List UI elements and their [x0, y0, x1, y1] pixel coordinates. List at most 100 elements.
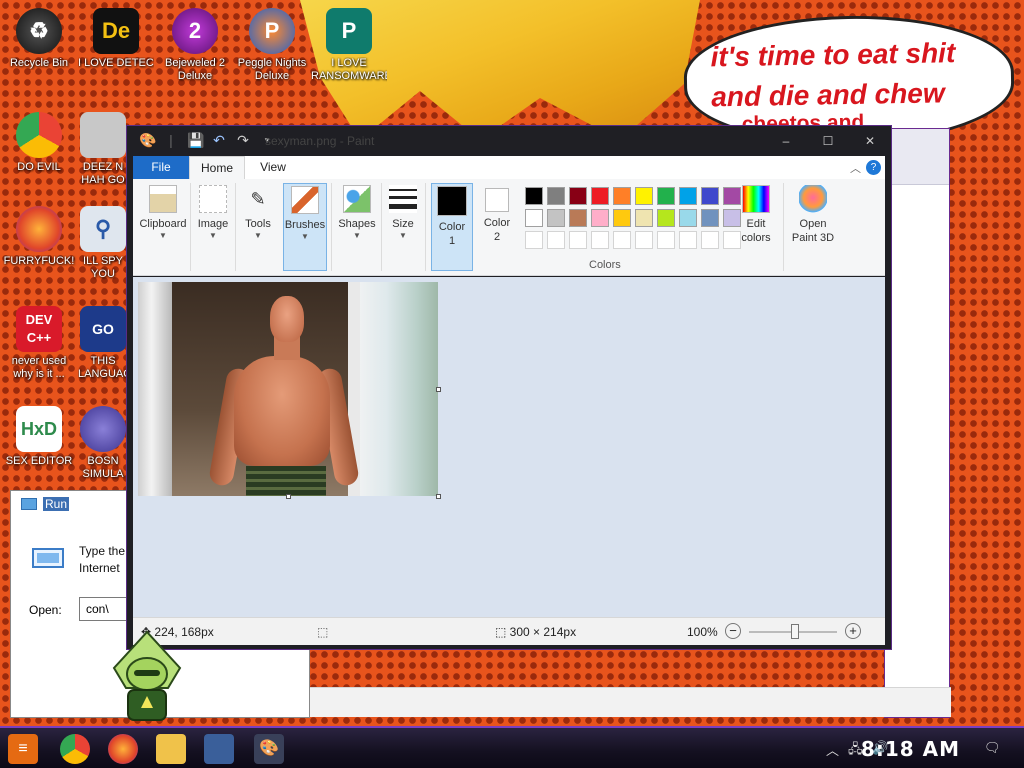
palette-custom-swatch[interactable]	[657, 231, 675, 249]
zoom-in-button[interactable]: +	[845, 623, 861, 639]
palette-custom-swatch[interactable]	[679, 231, 697, 249]
color1-swatch	[437, 186, 467, 216]
close-button[interactable]: ✕	[849, 126, 891, 156]
save-icon[interactable]: 💾	[187, 132, 204, 148]
zoom-level: 100%	[687, 625, 718, 639]
background-window-toolbar	[885, 129, 949, 185]
palette-color-swatch[interactable]	[569, 187, 587, 205]
palette-color-swatch[interactable]	[635, 209, 653, 227]
firefox-icon	[16, 206, 62, 252]
clock[interactable]: 8:18 AM	[861, 737, 960, 761]
desktop-icon-do-evil[interactable]: DO EVIL	[1, 112, 77, 174]
desktop-icon-devcpp[interactable]: DEV C++ never used why is it ...	[1, 306, 77, 381]
run-app-icon	[21, 498, 37, 510]
palette-color-swatch[interactable]	[547, 209, 565, 227]
resize-handle-right[interactable]	[436, 387, 441, 392]
devcpp-icon: DEV C++	[16, 306, 62, 352]
desktop-icon-spy[interactable]: ⚲ ILL SPY YOU	[78, 206, 128, 281]
desktop-icon-recycle-bin[interactable]: ♻ Recycle Bin	[1, 8, 77, 70]
collapse-ribbon-icon[interactable]: ︿	[850, 160, 861, 176]
palette-custom-swatch[interactable]	[613, 231, 631, 249]
desktop-icon-deez[interactable]: DEEZ N HAH GO	[78, 112, 128, 187]
palette-custom-swatch[interactable]	[547, 231, 565, 249]
shapes-button[interactable]: Shapes ▼	[335, 183, 379, 271]
qat-separator: |	[169, 132, 173, 148]
help-icon[interactable]: ?	[866, 160, 881, 175]
select-icon	[199, 185, 227, 213]
quick-access-toolbar: 🎨 | 💾 ↶ ↷ ▾	[139, 132, 275, 148]
tools-button[interactable]: ✎ Tools ▼	[238, 183, 278, 271]
palette-color-swatch[interactable]	[679, 209, 697, 227]
taskbar-chrome-icon[interactable]	[60, 734, 90, 764]
taskbar-run-icon[interactable]	[204, 734, 234, 764]
tab-view[interactable]: View	[245, 156, 301, 179]
edit-colors-button[interactable]: Edit colors	[733, 183, 779, 271]
taskbar-firefox-icon[interactable]	[108, 734, 138, 764]
palette-color-swatch[interactable]	[701, 209, 719, 227]
palette-color-swatch[interactable]	[635, 187, 653, 205]
chevron-down-icon: ▼	[209, 231, 217, 240]
palette-color-swatch[interactable]	[525, 187, 543, 205]
paint-window[interactable]: 🎨 | 💾 ↶ ↷ ▾ sexyman.png - Paint – ☐ ✕ Fi…	[126, 125, 892, 650]
recycle-bin-icon: ♻	[16, 8, 62, 54]
run-open-label: Open:	[29, 603, 62, 617]
tray-chevron-icon[interactable]: ︿	[826, 740, 839, 759]
desktop-icon-ransomware[interactable]: P I LOVE RANSOMWARE	[311, 8, 387, 83]
palette-color-swatch[interactable]	[569, 209, 587, 227]
taskbar-explorer-icon[interactable]	[156, 734, 186, 764]
peridot-sticker	[112, 630, 182, 721]
color2-button[interactable]: Color 2	[477, 183, 517, 271]
resize-handle-bottom[interactable]	[286, 494, 291, 499]
redo-icon[interactable]: ↷	[235, 132, 251, 148]
background-window[interactable]	[303, 128, 951, 718]
color1-button[interactable]: Color 1	[431, 183, 473, 271]
paint-titlebar: 🎨 | 💾 ↶ ↷ ▾ sexyman.png - Paint – ☐ ✕	[127, 126, 891, 156]
desktop-icon-mace[interactable]: BOSN SIMULA	[78, 406, 128, 481]
palette-color-swatch[interactable]	[547, 187, 565, 205]
palette-custom-swatch[interactable]	[635, 231, 653, 249]
clipboard-button[interactable]: Clipboard ▼	[137, 183, 189, 271]
clipboard-icon	[149, 185, 177, 213]
palette-custom-swatch[interactable]	[591, 231, 609, 249]
palette-custom-swatch[interactable]	[569, 231, 587, 249]
brush-icon	[291, 186, 319, 214]
desktop-icon-hxd[interactable]: HxD SEX EDITOR	[1, 406, 77, 468]
taskbar-paint-icon[interactable]: 🎨	[254, 734, 284, 764]
palette-color-swatch[interactable]	[657, 187, 675, 205]
zoom-out-button[interactable]: −	[725, 623, 741, 639]
color2-swatch	[485, 188, 509, 212]
selection-size-icon: ⬚	[317, 625, 329, 639]
palette-color-swatch[interactable]	[591, 209, 609, 227]
mace-icon	[80, 406, 126, 452]
desktop-icon-detect[interactable]: De I LOVE DETECTING...	[78, 8, 154, 70]
open-paint3d-button[interactable]: Open Paint 3D	[787, 183, 839, 271]
maximize-button[interactable]: ☐	[807, 126, 849, 156]
minimize-button[interactable]: –	[765, 126, 807, 156]
canvas-area[interactable]	[133, 277, 885, 617]
size-button[interactable]: Size ▼	[385, 183, 421, 271]
palette-custom-swatch[interactable]	[701, 231, 719, 249]
desktop-icon-bejeweled[interactable]: 2 Bejeweled 2 Deluxe	[157, 8, 233, 83]
tab-file[interactable]: File	[133, 156, 189, 179]
palette-color-swatch[interactable]	[613, 187, 631, 205]
brushes-button[interactable]: Brushes ▼	[283, 183, 327, 271]
palette-color-swatch[interactable]	[591, 187, 609, 205]
palette-color-swatch[interactable]	[701, 187, 719, 205]
resize-handle-corner[interactable]	[436, 494, 441, 499]
desktop-icon-peggle[interactable]: P Peggle Nights Deluxe	[234, 8, 310, 83]
undo-icon[interactable]: ↶	[211, 132, 227, 148]
palette-color-swatch[interactable]	[679, 187, 697, 205]
desktop-icon-furry[interactable]: FURRYFUCK!	[1, 206, 77, 268]
palette-custom-swatch[interactable]	[525, 231, 543, 249]
canvas-image[interactable]	[138, 282, 438, 496]
palette-color-swatch[interactable]	[657, 209, 675, 227]
zoom-slider-thumb[interactable]	[791, 624, 799, 639]
image-button[interactable]: Image ▼	[193, 183, 233, 271]
notifications-icon[interactable]: 🗨	[984, 740, 1001, 756]
tab-home[interactable]: Home	[189, 156, 245, 179]
start-button[interactable]: ≡	[8, 734, 38, 764]
palette-color-swatch[interactable]	[613, 209, 631, 227]
palette-color-swatch[interactable]	[525, 209, 543, 227]
status-bar: ✥ 224, 168px ⬚ ⬚ 300 × 214px 100% − +	[133, 617, 885, 645]
desktop-icon-go[interactable]: GO THIS LANGUAGE	[78, 306, 128, 381]
